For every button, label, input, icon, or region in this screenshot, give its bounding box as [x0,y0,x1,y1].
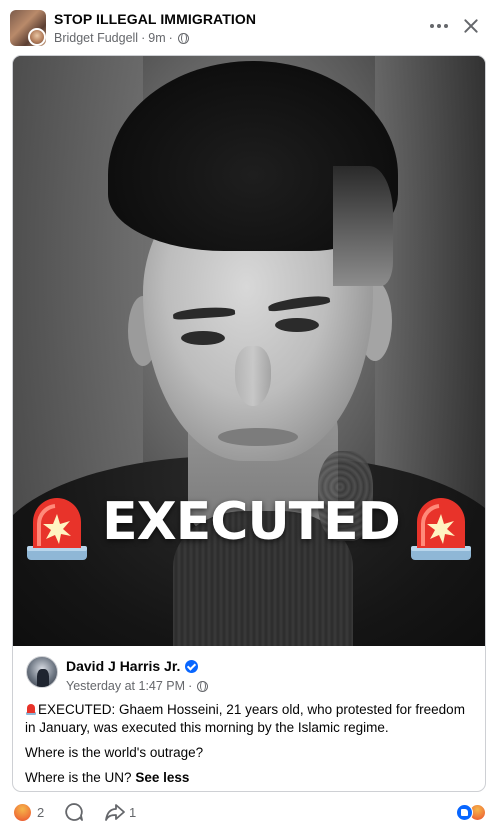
globe-icon [197,680,209,692]
comment-icon[interactable] [64,802,84,822]
like-reaction-icon[interactable] [456,804,473,821]
post-paragraph-text: Where is the UN? [25,770,132,785]
post-photo[interactable]: EXECUTED [13,56,485,646]
dot-icon [444,24,448,28]
more-options-button[interactable] [428,16,450,36]
dot-icon [430,24,434,28]
overlay-headline: EXECUTED [102,492,401,552]
group-avatar[interactable] [10,10,46,46]
post-meta: Bridget Fudgell · 9m · [54,31,189,45]
share-icon[interactable] [104,802,126,822]
author-avatar[interactable] [28,28,46,46]
photo-eye [275,318,319,332]
share-count[interactable]: 1 [129,805,136,820]
photo-eye [181,331,225,345]
shared-post[interactable]: EXECUTED David J Harris Jr. Yesterday at… [12,55,486,792]
post-author[interactable]: Bridget Fudgell [54,31,138,45]
angry-reaction-icon[interactable] [14,804,31,821]
police-siren-icon [27,498,87,560]
dot-icon [437,24,441,28]
shared-post-text: EXECUTED: Ghaem Hosseini, 21 years old, … [25,701,477,791]
photo-hair-fade [333,166,393,286]
reaction-count[interactable]: 2 [37,805,44,820]
post-header: STOP ILLEGAL IMMIGRATION Bridget Fudgell… [0,0,497,52]
meta-separator: · [141,31,146,45]
meta-separator: · [188,679,193,693]
group-name[interactable]: STOP ILLEGAL IMMIGRATION [54,11,256,27]
post-paragraph: EXECUTED: Ghaem Hosseini, 21 years old, … [25,701,477,737]
close-icon[interactable] [461,16,481,36]
post-time[interactable]: 9m [148,31,165,45]
photo-nose [235,346,271,406]
police-siren-icon [26,704,36,715]
shared-post-meta: Yesterday at 1:47 PM · [66,679,209,693]
shared-author-name[interactable]: David J Harris Jr. [66,658,180,674]
facebook-post-card: STOP ILLEGAL IMMIGRATION Bridget Fudgell… [0,0,497,834]
shared-author-avatar[interactable] [26,656,58,688]
see-less-link[interactable]: See less [135,770,189,785]
shared-post-timestamp[interactable]: Yesterday at 1:47 PM [66,679,185,693]
post-paragraph: Where is the world's outrage? [25,745,204,760]
police-siren-icon [411,498,471,560]
verified-badge-icon [185,659,199,673]
globe-icon [177,32,189,44]
shared-author-name-row: David J Harris Jr. [66,658,199,674]
meta-separator: · [168,31,173,45]
post-paragraph: Where is the UN? See less [25,769,477,787]
post-footer: 2 1 [0,796,497,830]
post-paragraph-text: EXECUTED: Ghaem Hosseini, 21 years old, … [25,702,465,735]
photo-mouth [218,428,298,446]
